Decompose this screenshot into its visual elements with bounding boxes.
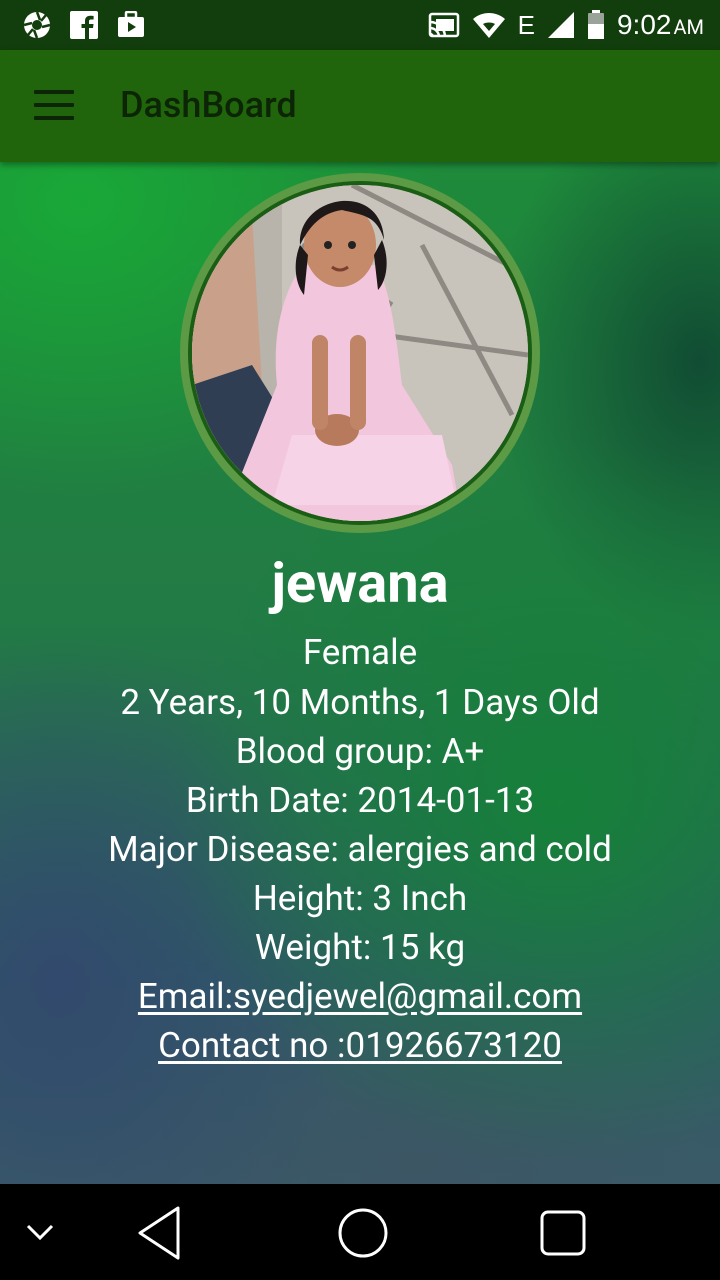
briefcase-icon — [118, 11, 144, 37]
recents-icon[interactable] — [538, 1208, 588, 1258]
email-link[interactable]: Email:syedjewel@gmail.com — [138, 976, 582, 1017]
email-row: Email:syedjewel@gmail.com — [0, 976, 720, 1017]
gender-text: Female — [302, 632, 418, 673]
navigation-bar — [0, 1184, 720, 1280]
menu-icon[interactable] — [34, 90, 74, 122]
wifi-icon — [472, 13, 505, 38]
cast-icon — [428, 12, 459, 38]
avatar[interactable] — [188, 181, 532, 525]
page-title: DashBoard — [120, 84, 297, 126]
home-icon[interactable] — [336, 1206, 390, 1260]
weight-text: Weight: 15 kg — [254, 927, 466, 968]
back-icon[interactable] — [134, 1204, 186, 1262]
contact-row: Contact no :01926673120 — [0, 1025, 720, 1066]
avatar-ring — [180, 173, 540, 533]
network-type: E — [517, 9, 535, 40]
profile-panel: jewana Female 2 Years, 10 Months, 1 Days… — [0, 162, 720, 1184]
collapse-icon[interactable] — [24, 1218, 56, 1246]
height-text: Height: 3 Inch — [252, 878, 468, 919]
signal-icon — [547, 12, 574, 38]
app-bar: DashBoard — [0, 50, 720, 162]
status-bar: E 9:02 AM — [0, 0, 720, 50]
contact-link[interactable]: Contact no :01926673120 — [158, 1025, 562, 1066]
profile-photo — [192, 185, 528, 521]
aperture-icon — [23, 11, 51, 39]
clock: 9:02 AM — [616, 9, 704, 40]
facebook-icon — [70, 11, 98, 39]
major-disease-text: Major Disease: alergies and cold — [108, 829, 612, 870]
age-text: 2 Years, 10 Months, 1 Days Old — [120, 682, 600, 723]
blood-group-text: Blood group: A+ — [235, 731, 485, 772]
profile-name: jewana — [271, 550, 449, 616]
birth-date-text: Birth Date: 2014-01-13 — [185, 780, 535, 821]
battery-icon — [587, 10, 604, 39]
